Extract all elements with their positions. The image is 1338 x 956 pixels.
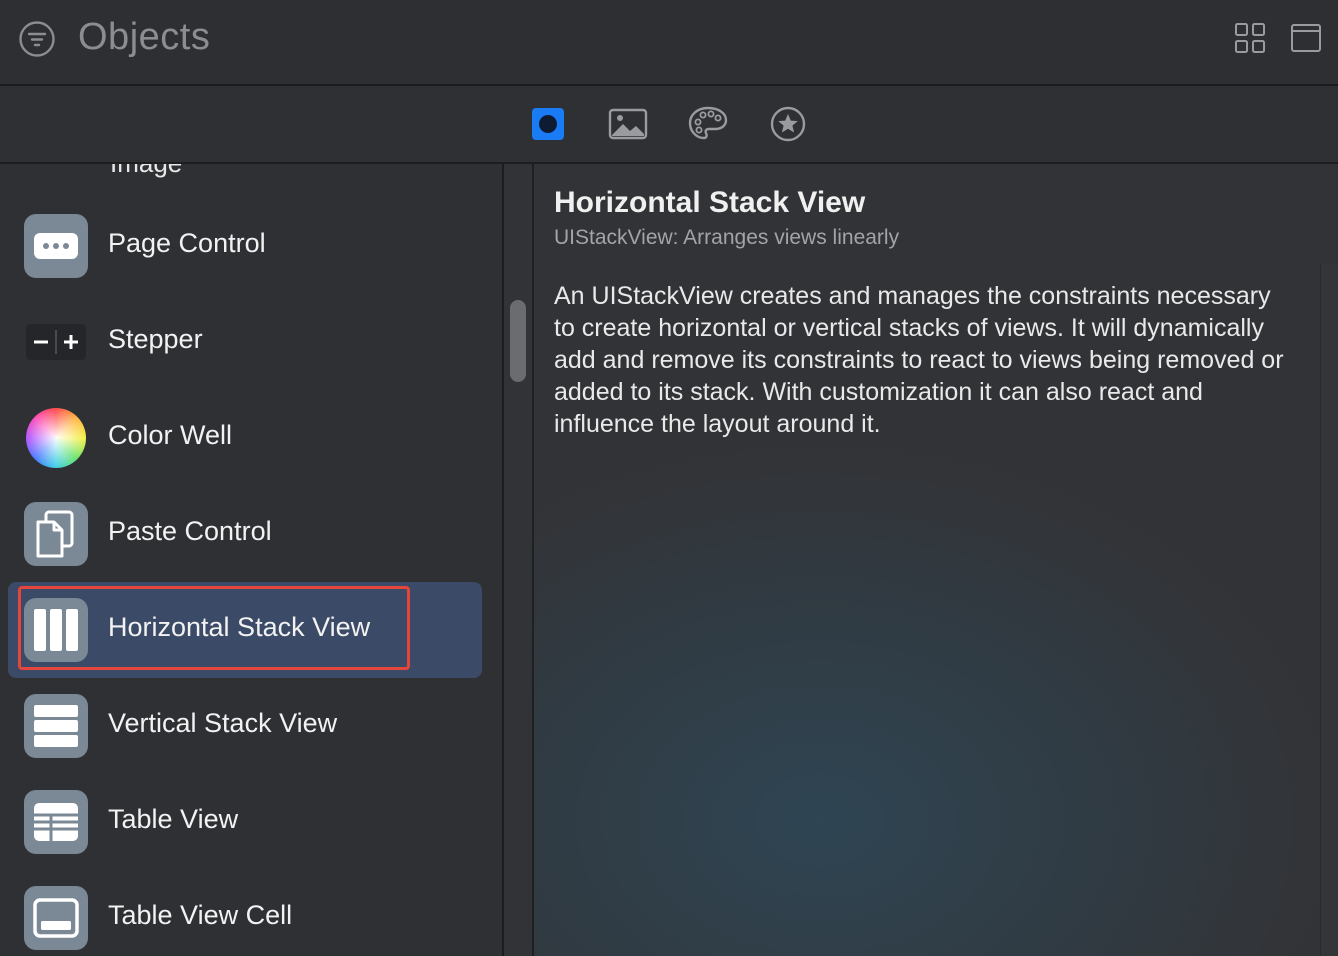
tab-colors[interactable] [688,104,728,144]
page-control-icon [24,214,88,278]
window-layout-icon[interactable] [1290,22,1322,54]
list-item-table-view-cell[interactable]: Table View Cell [8,870,482,956]
detail-description: An UIStackView creates and manages the c… [554,282,1284,438]
list-item-label: Vertical Stack View [108,708,338,738]
detail-subtitle: UIStackView: Arranges views linearly [554,226,900,249]
tab-objects[interactable] [528,104,568,144]
detail-panel: Horizontal Stack View UIStackView: Arran… [534,164,1338,956]
list-item-page-control[interactable]: Page Control [8,198,482,294]
list-scroll-thumb[interactable] [510,300,526,382]
palette-icon [688,106,728,140]
object-list: Image Page Control [0,164,504,956]
square-circle-icon [532,108,564,140]
tab-favorites[interactable] [768,104,808,144]
library-tab-bar [0,86,1338,164]
detail-title: Horizontal Stack View [554,186,866,219]
list-item-cut-off[interactable]: Image [110,164,182,179]
grid-view-icon[interactable] [1234,22,1266,54]
list-item-vertical-stack-view[interactable]: Vertical Stack View [8,678,482,774]
list-item-label: Paste Control [108,516,272,546]
title-bar: Objects [0,0,1338,86]
table-view-cell-icon [24,886,88,950]
list-item-paste-control[interactable]: Paste Control [8,486,482,582]
window-title: Objects [78,16,211,58]
filter-icon[interactable] [18,20,56,58]
image-icon [608,108,648,140]
object-library-window: Objects Page Control Stepper Color Well … [0,0,1338,956]
list-scrollbar[interactable] [504,164,534,956]
list-item-table-view[interactable]: Table View [8,774,482,870]
table-view-icon [24,790,88,854]
paste-control-icon [24,502,88,566]
list-item-label: Color Well [108,420,233,450]
list-item-horizontal-stack-view[interactable]: Horizontal Stack View [8,582,482,678]
star-circle-icon [770,106,806,142]
list-item-label: Table View Cell [108,900,293,930]
stepper-icon [24,310,88,374]
vertical-stack-icon [24,694,88,758]
horizontal-stack-icon [24,598,88,662]
color-well-icon [24,406,88,470]
list-item-label: Table View [108,804,239,834]
list-item-color-well[interactable]: Color Well [8,390,482,486]
list-item-label: Page Control [108,228,266,258]
list-item-label: Horizontal Stack View [108,612,371,642]
detail-scrollbar[interactable] [1320,264,1338,956]
list-item-label: Stepper [108,324,203,354]
tab-media[interactable] [608,104,648,144]
list-item-stepper[interactable]: Stepper [8,294,482,390]
